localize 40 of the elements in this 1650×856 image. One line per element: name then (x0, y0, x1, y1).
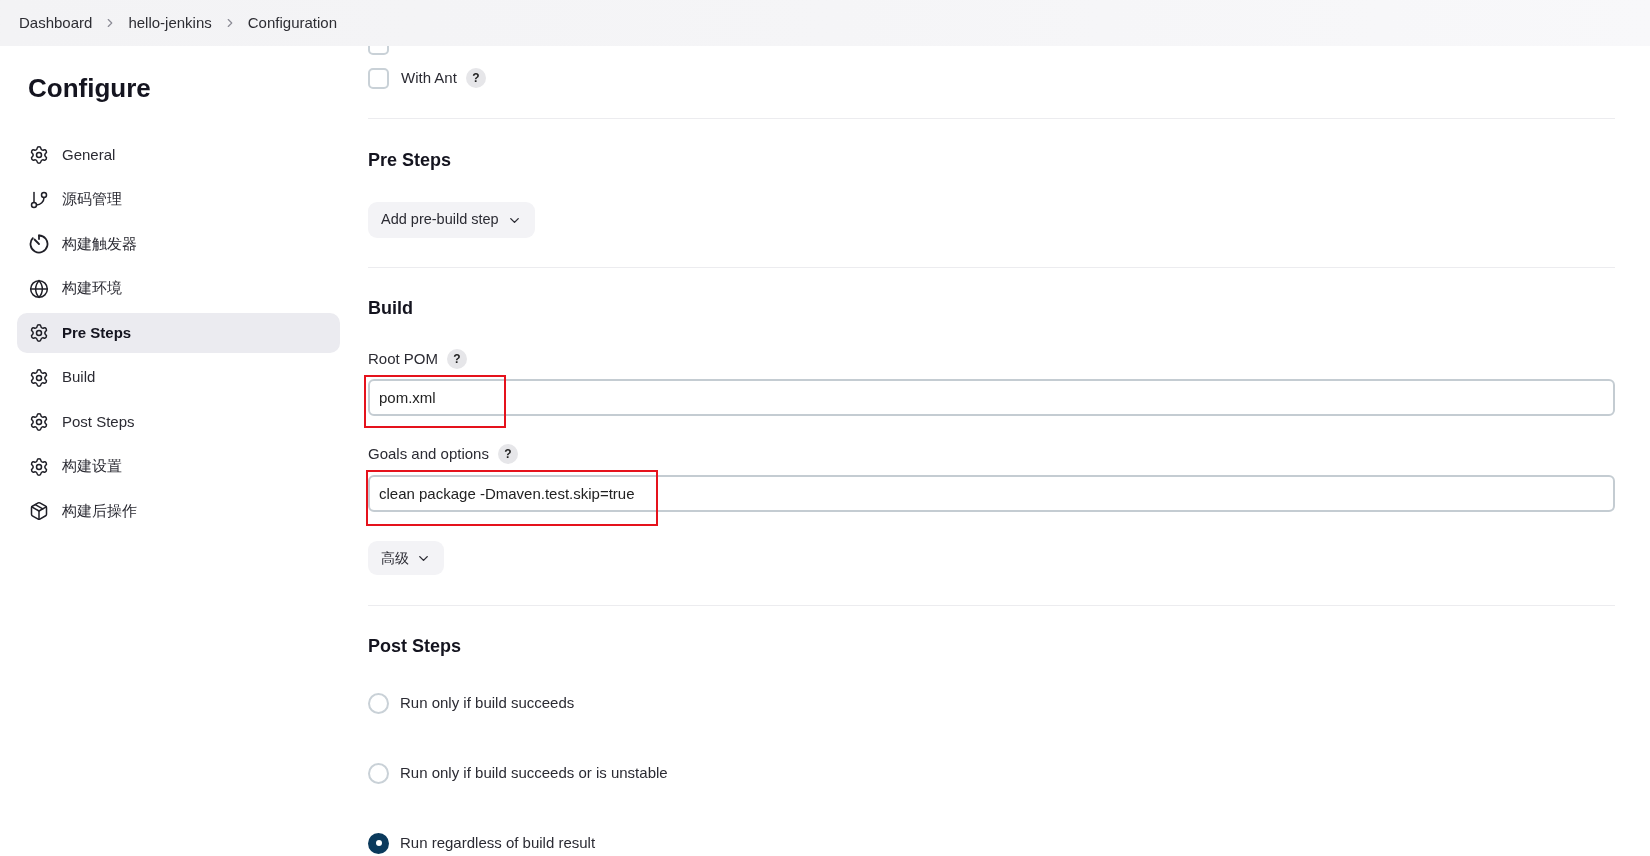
add-step-button[interactable]: Add pre-build step (368, 202, 535, 238)
globe-icon (29, 278, 49, 299)
sidebar-item[interactable]: 构建触发器 (17, 224, 340, 264)
sidebar-item[interactable]: Build (17, 357, 340, 398)
help-button[interactable]: ? (465, 68, 486, 88)
radio-label: Run only if build succeeds or is unstable (400, 762, 668, 783)
sidebar-item[interactable]: General (17, 135, 340, 175)
gear-icon (29, 145, 49, 165)
checkbox[interactable] (368, 67, 389, 89)
field-label: Root POM (368, 349, 439, 369)
sidebar-item[interactable]: 构建环境 (17, 268, 340, 309)
section-heading: Build (368, 297, 414, 320)
breadcrumb-link[interactable]: hello-jenkins (128, 11, 212, 35)
section-heading: Post Steps (368, 635, 463, 658)
sidebar-item[interactable]: Pre Steps (17, 313, 340, 353)
help-button[interactable]: ? (447, 349, 468, 369)
section-heading: Pre Steps (368, 149, 453, 172)
help-button[interactable]: ? (497, 444, 518, 464)
text-field[interactable]: pom.xml (368, 379, 1615, 416)
sidebar-item[interactable]: Post Steps (17, 402, 340, 442)
radio-label: Run only if build succeeds (400, 692, 575, 713)
sidebar-item[interactable]: 源码管理 (17, 179, 340, 220)
advanced-button[interactable]: 高级 (368, 541, 444, 575)
breadcrumb-link[interactable]: Dashboard (19, 11, 93, 35)
gear-icon (29, 367, 49, 388)
field-label: Goals and options (368, 444, 489, 464)
box-icon (29, 501, 49, 521)
sidebar-item[interactable]: 构建后操作 (17, 491, 340, 531)
gear-icon (29, 323, 49, 343)
breadcrumb-link[interactable]: Configuration (247, 11, 337, 35)
checkbox-label: With Ant (401, 67, 457, 88)
radio-label: Run regardless of build result (400, 832, 596, 853)
radio-button[interactable] (368, 832, 389, 854)
timer-icon (29, 234, 49, 254)
gear-icon (29, 456, 49, 477)
text-field[interactable]: clean package -Dmaven.test.skip=true (368, 475, 1615, 512)
gear-icon (29, 412, 49, 432)
sidebar-item[interactable]: 构建设置 (17, 446, 340, 487)
branch-icon (29, 189, 49, 210)
page-title: Configure (27, 72, 152, 104)
